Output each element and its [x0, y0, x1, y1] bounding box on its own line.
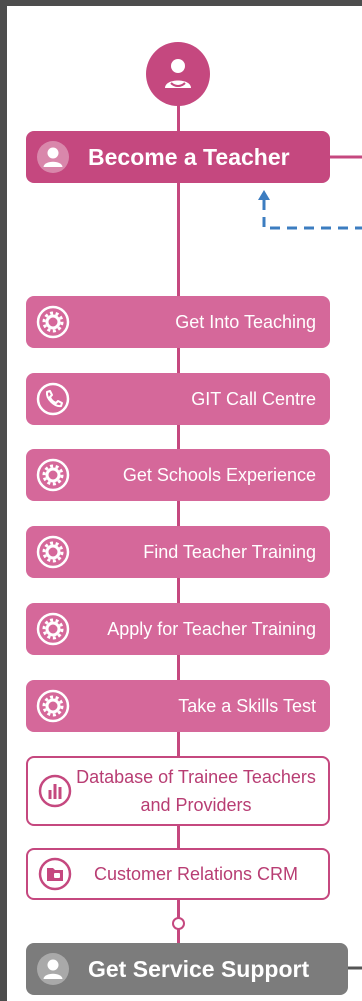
service-get-schools-experience[interactable]: Get Schools Experience — [26, 449, 330, 501]
data-customer-relations-crm[interactable]: Customer Relations CRM — [26, 848, 330, 900]
gear-icon — [36, 458, 70, 492]
folder-icon — [38, 857, 72, 891]
data-trainee-teachers-database[interactable]: Database of Trainee Teachers and Provide… — [26, 756, 330, 826]
timeline-end-dot — [172, 917, 185, 930]
service-git-call-centre[interactable]: GIT Call Centre — [26, 373, 330, 425]
phone-icon — [36, 382, 70, 416]
gear-icon — [36, 689, 70, 723]
service-apply-for-teacher-training[interactable]: Apply for Teacher Training — [26, 603, 330, 655]
gear-icon — [36, 305, 70, 339]
get-service-support-label: Get Service Support — [88, 956, 310, 982]
user-icon — [36, 952, 70, 986]
service-take-a-skills-test[interactable]: Take a Skills Test — [26, 680, 330, 732]
get-service-support-node[interactable]: Get Service Support — [26, 943, 348, 995]
bar-chart-icon — [38, 774, 72, 808]
service-find-teacher-training[interactable]: Find Teacher Training — [26, 526, 330, 578]
journey-map: Become a Teacher Get Into Teaching GIT C… — [0, 0, 362, 1001]
gear-icon — [36, 535, 70, 569]
gear-icon — [36, 612, 70, 646]
service-get-into-teaching[interactable]: Get Into Teaching — [26, 296, 330, 348]
